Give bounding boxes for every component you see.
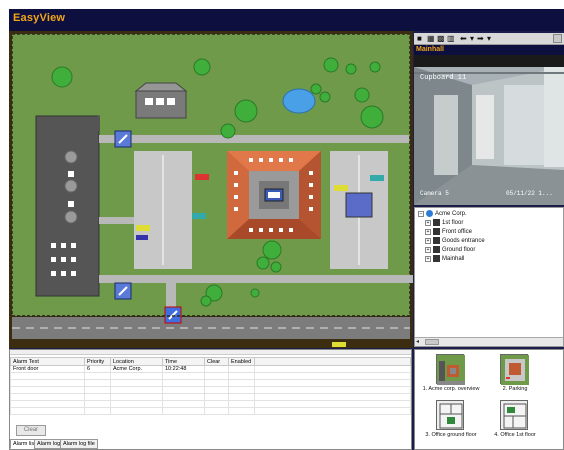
grid-3x3-icon[interactable]: ▩ xyxy=(437,35,445,43)
pin-icon xyxy=(433,228,440,235)
column-header[interactable]: Location xyxy=(110,357,163,366)
grid-1x1-icon[interactable]: ■ xyxy=(417,35,422,43)
column-header-filler xyxy=(254,357,411,366)
app-window: EasyView ■ ▦ ▩ ▥ ⬅ ▾ ➡ ▾ Mainhall Cupboa… xyxy=(9,9,564,450)
close-view-icon[interactable] xyxy=(553,34,562,43)
floorplan-icon xyxy=(500,400,528,430)
column-header[interactable]: Enabled xyxy=(228,357,255,366)
camera-video[interactable]: Cupboard 11 Camera 5 05/11/22 1... xyxy=(414,55,564,205)
tree-horizontal-scrollbar[interactable]: ◂ xyxy=(415,337,563,346)
table-row xyxy=(10,379,411,387)
expand-icon[interactable]: + xyxy=(425,228,431,235)
tree-item-mainhall[interactable]: + Mainhall xyxy=(425,255,464,264)
alarm-panel: Alarm Text Priority Location Time Clear … xyxy=(9,349,412,450)
forward-dropdown-icon[interactable]: ▾ xyxy=(487,35,491,43)
tree-item-label: Mainhall xyxy=(442,256,465,263)
site-map[interactable] xyxy=(9,31,413,348)
table-row xyxy=(10,386,411,394)
table-row xyxy=(10,407,411,415)
expand-icon[interactable]: + xyxy=(425,219,431,226)
tree-item-label: Ground floor xyxy=(442,247,476,254)
tree-item-root[interactable]: − Acme Corp. xyxy=(418,210,467,219)
location-tree: − Acme Corp. +1st floor + Front office + Go… xyxy=(414,207,564,347)
thumbnail-parking[interactable]: 2. Parking xyxy=(485,354,545,400)
thumbnail-label: 3. Office ground floor xyxy=(425,432,477,438)
camera-title: Mainhall xyxy=(416,46,445,53)
thumbnail-office-1st-floor[interactable]: 4. Office 1st floor xyxy=(485,400,545,446)
enabled-cell xyxy=(228,365,255,373)
view-toolbar: ■ ▦ ▩ ▥ ⬅ ▾ ➡ ▾ xyxy=(414,33,564,45)
thumbnail-label: 1. Acme corp. overview xyxy=(422,386,480,392)
camera-overlay-name: Camera 5 xyxy=(420,190,449,197)
floorplan-icon xyxy=(436,400,464,430)
tree-item-1st-floor[interactable]: +1st floor xyxy=(425,219,463,228)
camera-overlay-timestamp: 05/11/22 1... xyxy=(506,190,553,197)
tab-alarm-log-file[interactable]: Alarm log file xyxy=(60,439,98,449)
camera-overlay-top: Cupboard 11 xyxy=(420,74,466,82)
title-bar: EasyView xyxy=(9,9,564,31)
grid-2x2-icon[interactable]: ▦ xyxy=(427,35,435,43)
table-row xyxy=(10,400,411,408)
tree-item-label: Goods entrance xyxy=(442,238,485,245)
tree-item-label: Acme Corp. xyxy=(435,211,467,218)
pin-icon xyxy=(433,237,440,244)
back-dropdown-icon[interactable]: ▾ xyxy=(470,35,474,43)
alarm-table-header: Alarm Text Priority Location Time Clear … xyxy=(10,357,411,366)
thumbnail-label: 4. Office 1st floor xyxy=(494,432,536,438)
pin-icon xyxy=(433,219,440,226)
camera-header: Mainhall xyxy=(414,45,564,55)
alarm-panel-header xyxy=(10,350,411,355)
map-thumbnails: 1. Acme corp. overview 2. Parking 3. Off… xyxy=(414,349,564,450)
expand-icon[interactable]: + xyxy=(425,237,431,244)
pin-icon xyxy=(433,246,440,253)
column-header[interactable]: Clear xyxy=(204,357,229,366)
tab-alarm-log[interactable]: Alarm log xyxy=(34,439,64,449)
grid-4x4-icon[interactable]: ▥ xyxy=(447,35,455,43)
tree-item-goods-entrance[interactable]: + Goods entrance xyxy=(425,237,485,246)
scroll-thumb[interactable] xyxy=(425,339,439,345)
parking-map-icon xyxy=(500,354,529,385)
clear-cell xyxy=(204,365,229,373)
tree-item-front-office[interactable]: + Front office xyxy=(425,228,472,237)
tree-item-ground-floor[interactable]: + Ground floor xyxy=(425,246,475,255)
column-header[interactable]: Priority xyxy=(84,357,111,366)
table-row[interactable]: Front door 6 Acme Corp. 10:22:48 xyxy=(10,365,411,373)
tree-item-label: Front office xyxy=(442,229,472,236)
tree-item-label: 1st floor xyxy=(442,220,464,227)
thumbnail-label: 2. Parking xyxy=(502,386,528,392)
app-title: EasyView xyxy=(13,12,66,24)
location-cell: Acme Corp. xyxy=(110,365,163,373)
overview-map-icon xyxy=(436,354,465,385)
expand-icon[interactable]: + xyxy=(425,255,431,262)
time-cell: 10:22:48 xyxy=(162,365,205,373)
expand-icon[interactable]: + xyxy=(425,246,431,253)
back-arrow-icon[interactable]: ⬅ xyxy=(460,35,467,43)
table-row xyxy=(10,372,411,380)
column-header[interactable]: Alarm Text xyxy=(10,357,85,366)
priority-cell: 6 xyxy=(84,365,111,373)
scroll-left-icon[interactable]: ◂ xyxy=(416,339,423,345)
thumbnail-office-ground-floor[interactable]: 3. Office ground floor xyxy=(421,400,481,446)
forward-arrow-icon[interactable]: ➡ xyxy=(477,35,484,43)
clear-button[interactable]: Clear xyxy=(16,425,46,436)
column-header[interactable]: Time xyxy=(162,357,205,366)
pin-icon xyxy=(433,255,440,262)
globe-icon xyxy=(426,210,433,217)
alarm-text-cell: Front door xyxy=(10,365,85,373)
collapse-icon[interactable]: − xyxy=(418,210,424,217)
table-row xyxy=(10,393,411,401)
thumbnail-overview[interactable]: 1. Acme corp. overview xyxy=(421,354,481,400)
alarm-table: Alarm Text Priority Location Time Clear … xyxy=(10,357,411,415)
